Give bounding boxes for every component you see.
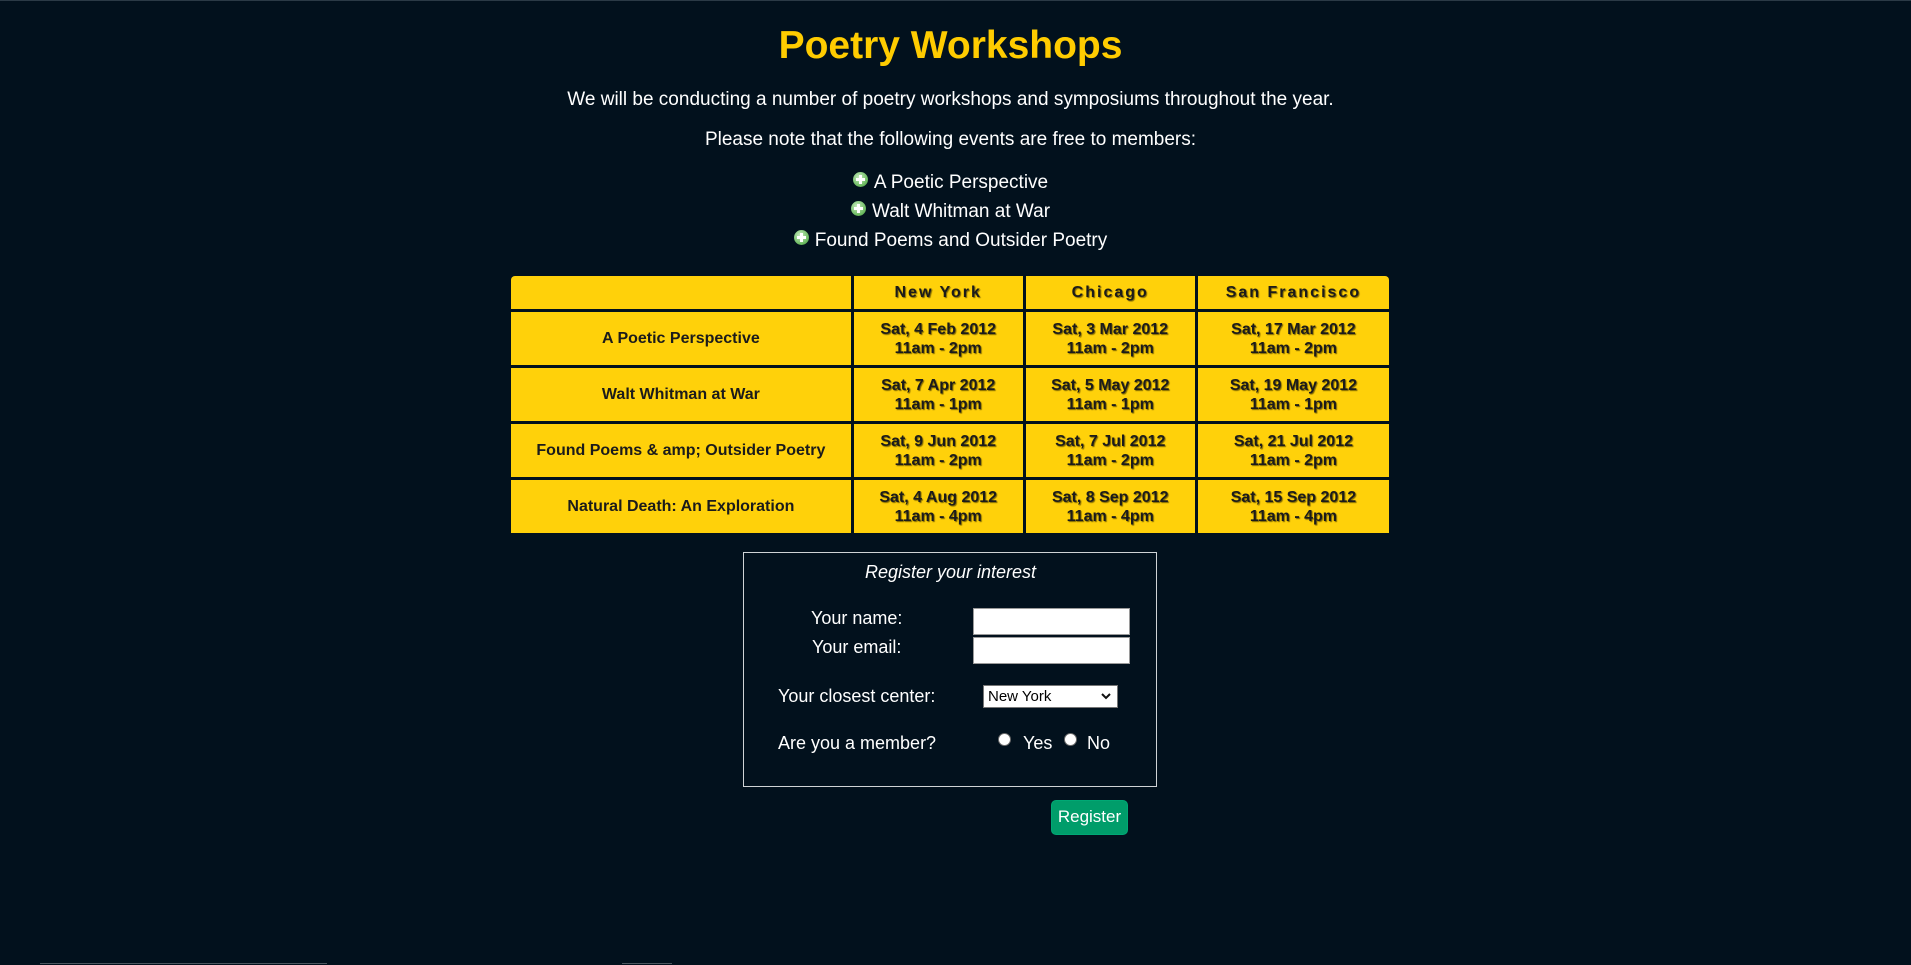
table-header-row: New York Chicago San Francisco (511, 276, 1389, 309)
event-name-cell: Walt Whitman at War (511, 368, 851, 421)
event-time: 11am - 2pm (1249, 339, 1337, 357)
free-event-label: A Poetic Perspective (873, 172, 1049, 193)
member-no-label: No (1087, 733, 1111, 753)
top-border (0, 0, 1911, 1)
table-row: Found Poems & amp; Outsider Poetry Sat, … (511, 424, 1389, 477)
table-row: Walt Whitman at War Sat, 7 Apr 2012 11am … (511, 368, 1389, 421)
event-date: Sat, 3 Mar 2012 (1052, 320, 1169, 338)
green-plus-circle-icon (793, 230, 809, 245)
event-name-cell: Found Poems & amp; Outsider Poetry (511, 424, 851, 477)
header-chicago: Chicago (1025, 276, 1195, 309)
table-row: Natural Death: An Exploration Sat, 4 Aug… (511, 480, 1389, 533)
event-name-cell: Natural Death: An Exploration (511, 480, 851, 533)
event-date: Sat, 4 Feb 2012 (880, 320, 997, 338)
date-cell: Sat, 8 Sep 2012 11am - 4pm (1025, 480, 1195, 533)
date-cell: Sat, 7 Jul 2012 11am - 2pm (1025, 424, 1195, 477)
page-title: Poetry Workshops (778, 24, 1123, 67)
members-note: Please note that the following events ar… (704, 129, 1197, 150)
event-date: Sat, 19 May 2012 (1229, 376, 1358, 394)
name-label: Your name: (811, 608, 903, 628)
footer-divider (622, 963, 672, 964)
event-time: 11am - 4pm (1249, 507, 1337, 525)
date-cell: Sat, 7 Apr 2012 11am - 1pm (853, 368, 1023, 421)
event-date: Sat, 7 Jul 2012 (1055, 432, 1166, 450)
date-cell: Sat, 19 May 2012 11am - 1pm (1197, 368, 1389, 421)
form-legend: Register your interest (864, 562, 1037, 582)
date-cell: Sat, 4 Aug 2012 11am - 4pm (853, 480, 1023, 533)
event-date: Sat, 21 Jul 2012 (1233, 432, 1353, 450)
email-label: Your email: (812, 637, 902, 657)
date-cell: Sat, 17 Mar 2012 11am - 2pm (1197, 312, 1389, 365)
header-san-francisco: San Francisco (1197, 276, 1389, 309)
date-cell: Sat, 9 Jun 2012 11am - 2pm (853, 424, 1023, 477)
free-event-label: Found Poems and Outsider Poetry (814, 230, 1108, 251)
event-date: Sat, 7 Apr 2012 (881, 376, 996, 394)
free-events-list: A Poetic Perspective Walt Whitman at War… (0, 171, 1901, 258)
intro-text: We will be conducting a number of poetry… (567, 89, 1334, 110)
list-item: Found Poems and Outsider Poetry (0, 229, 1901, 258)
center-select[interactable]: New York (983, 685, 1118, 708)
event-time: 11am - 2pm (1066, 339, 1154, 357)
event-date: Sat, 15 Sep 2012 (1230, 488, 1357, 506)
date-cell: Sat, 3 Mar 2012 11am - 2pm (1025, 312, 1195, 365)
workshop-schedule-table: New York Chicago San Francisco A Poetic … (508, 273, 1392, 536)
center-label: Your closest center: (778, 686, 936, 706)
green-plus-circle-icon (850, 201, 866, 216)
member-yes-radio[interactable] (998, 733, 1011, 746)
event-time: 11am - 2pm (1249, 451, 1337, 469)
event-time: 11am - 1pm (1249, 395, 1337, 413)
green-plus-circle-icon (852, 172, 868, 187)
event-time: 11am - 1pm (1066, 395, 1154, 413)
event-time: 11am - 2pm (894, 451, 982, 469)
event-date: Sat, 4 Aug 2012 (879, 488, 998, 506)
header-new-york: New York (853, 276, 1023, 309)
member-yes-label: Yes (1023, 733, 1053, 753)
header-cell-blank (511, 276, 851, 309)
table-row: A Poetic Perspective Sat, 4 Feb 2012 11am… (511, 312, 1389, 365)
event-time: 11am - 1pm (894, 395, 982, 413)
list-item: A Poetic Perspective (0, 171, 1901, 200)
register-button[interactable]: Register (1051, 800, 1128, 835)
event-name-cell: A Poetic Perspective (511, 312, 851, 365)
date-cell: Sat, 21 Jul 2012 11am - 2pm (1197, 424, 1389, 477)
event-date: Sat, 5 May 2012 (1051, 376, 1170, 394)
event-date: Sat, 8 Sep 2012 (1051, 488, 1169, 506)
date-cell: Sat, 15 Sep 2012 11am - 4pm (1197, 480, 1389, 533)
email-input[interactable] (973, 637, 1130, 664)
footer-divider (40, 963, 327, 964)
member-no-radio[interactable] (1064, 733, 1077, 746)
date-cell: Sat, 4 Feb 2012 11am - 2pm (853, 312, 1023, 365)
list-item: Walt Whitman at War (0, 200, 1901, 229)
name-input[interactable] (973, 608, 1130, 635)
event-date: Sat, 17 Mar 2012 (1231, 320, 1356, 338)
event-time: 11am - 4pm (1066, 507, 1154, 525)
free-event-label: Walt Whitman at War (871, 201, 1051, 222)
event-time: 11am - 2pm (1066, 451, 1154, 469)
member-label: Are you a member? (778, 733, 937, 753)
event-time: 11am - 4pm (894, 507, 982, 525)
event-time: 11am - 2pm (894, 339, 982, 357)
chevron-down-icon (1101, 693, 1111, 700)
event-date: Sat, 9 Jun 2012 (880, 432, 997, 450)
date-cell: Sat, 5 May 2012 11am - 1pm (1025, 368, 1195, 421)
center-selected-value: New York (988, 688, 1052, 705)
